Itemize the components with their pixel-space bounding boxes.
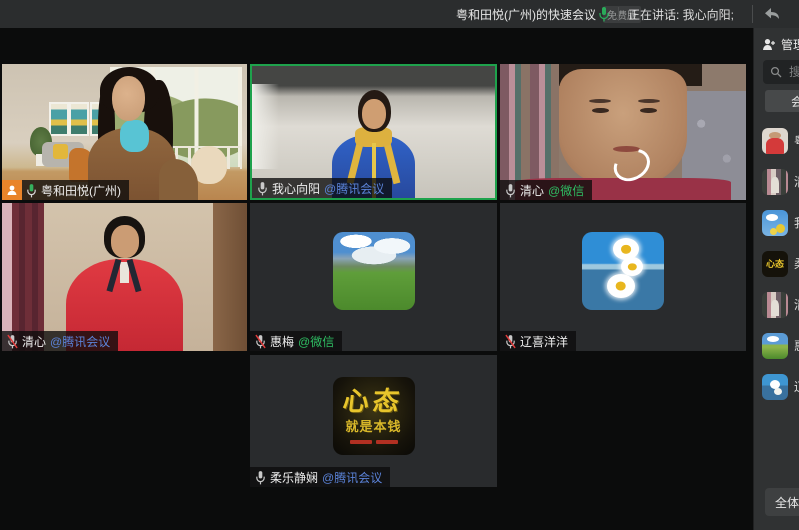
participant-nameplate: 清心@腾讯会议 bbox=[2, 331, 118, 351]
mic-muted-icon bbox=[255, 334, 266, 349]
scene-curtain bbox=[12, 203, 44, 351]
participant-name: 我心向阳 bbox=[272, 180, 320, 197]
member-name: 惠梅 bbox=[794, 337, 799, 354]
mic-on-icon bbox=[257, 181, 268, 196]
scene-person-scarf bbox=[120, 120, 149, 153]
avatar-meadow-image bbox=[333, 232, 415, 310]
speaking-status: 正在讲话: 我心向阳; bbox=[628, 0, 734, 28]
member-name: 柔乐静娴 bbox=[794, 255, 799, 272]
scene-door-frame bbox=[213, 203, 247, 351]
member-row[interactable]: 粤和田悦(广州) bbox=[754, 120, 799, 161]
participant-platform: @腾讯会议 bbox=[322, 469, 382, 486]
video-tile-5[interactable]: 惠梅@微信 bbox=[250, 203, 497, 351]
mic-on-icon bbox=[505, 183, 516, 198]
mute-all-button[interactable]: 全体静音 bbox=[765, 488, 799, 516]
participant-nameplate: 辽喜洋洋 bbox=[500, 331, 576, 351]
speaking-mic-icon bbox=[598, 6, 610, 22]
mic-on-icon bbox=[26, 183, 37, 198]
calligraphy-line2: 就是本钱 bbox=[345, 416, 401, 435]
participant-name: 清心 bbox=[520, 182, 544, 199]
participant-name: 粤和田悦(广州) bbox=[41, 182, 121, 199]
participant-name: 惠梅 bbox=[270, 333, 294, 350]
member-avatar bbox=[762, 333, 788, 359]
avatar-daisy-lake-image bbox=[582, 232, 664, 310]
participant-name: 柔乐静娴 bbox=[270, 469, 318, 486]
member-avatar bbox=[762, 210, 788, 236]
participant-platform: @微信 bbox=[298, 333, 334, 350]
video-tile-7[interactable]: 心态 就是本钱 柔乐静娴@腾讯会议 bbox=[250, 355, 497, 487]
participant-platform: @腾讯会议 bbox=[50, 333, 110, 350]
daisy-flower bbox=[621, 257, 643, 276]
topbar-divider bbox=[618, 7, 619, 21]
member-row[interactable]: 辽喜洋洋 bbox=[754, 366, 799, 407]
participant-nameplate: 惠梅@微信 bbox=[250, 331, 342, 351]
scene-painting bbox=[49, 102, 69, 136]
video-tile-1[interactable]: 粤和田悦(广州) bbox=[2, 64, 247, 200]
daisy-flower bbox=[607, 274, 635, 298]
participant-nameplate: 我心向阳@腾讯会议 bbox=[252, 178, 392, 198]
member-row[interactable]: 我心向阳 bbox=[754, 202, 799, 243]
member-list: 粤和田悦(广州) 清心 我心向阳 心态 柔乐静娴 清心 惠梅 bbox=[754, 120, 799, 407]
avatar-calligraphy-image: 心态 就是本钱 bbox=[333, 377, 415, 455]
search-input[interactable] bbox=[787, 64, 799, 80]
scene-pillow bbox=[53, 144, 68, 159]
collapse-panel-arrow-icon[interactable] bbox=[763, 6, 781, 21]
scene-eye bbox=[640, 108, 657, 113]
topbar-divider-2 bbox=[752, 5, 753, 23]
member-avatar bbox=[762, 374, 788, 400]
video-tile-6[interactable]: 辽喜洋洋 bbox=[500, 203, 746, 351]
host-badge-icon bbox=[2, 180, 22, 200]
scene-person-face bbox=[362, 99, 386, 129]
member-row[interactable]: 惠梅 bbox=[754, 325, 799, 366]
member-avatar bbox=[762, 128, 788, 154]
participant-platform: @腾讯会议 bbox=[324, 180, 384, 197]
panel-title: 管理成员 bbox=[781, 36, 799, 53]
topbar: 粤和田悦(广州)的快速会议 免费版 正在讲话: 我心向阳; bbox=[0, 0, 799, 28]
video-tile-4[interactable]: 清心@腾讯会议 bbox=[2, 203, 247, 351]
mic-muted-icon bbox=[505, 334, 516, 349]
scene-person-face bbox=[111, 225, 139, 258]
mic-muted-icon bbox=[7, 334, 18, 349]
member-row[interactable]: 心态 柔乐静娴 bbox=[754, 243, 799, 284]
scene-window-light bbox=[252, 84, 279, 168]
meeting-window: 粤和田悦(广州)的快速会议 免费版 正在讲话: 我心向阳; bbox=[0, 0, 799, 530]
member-avatar: 心态 bbox=[762, 251, 788, 277]
calligraphy-line1: 心态 bbox=[342, 388, 405, 414]
meeting-title: 粤和田悦(广州)的快速会议 bbox=[456, 6, 596, 23]
participant-nameplate: 柔乐静娴@腾讯会议 bbox=[250, 467, 390, 487]
video-frame-red-jacket bbox=[2, 203, 247, 351]
member-name: 清心 bbox=[794, 296, 799, 313]
mic-on-icon bbox=[255, 470, 266, 485]
member-search-box[interactable] bbox=[763, 60, 799, 84]
video-tile-3[interactable]: 清心@微信 bbox=[500, 64, 746, 200]
scene-person-face bbox=[112, 76, 145, 121]
scene-eye bbox=[592, 108, 609, 113]
scene-painting bbox=[69, 102, 89, 136]
tab-meeting-members[interactable]: 会议成员 bbox=[765, 90, 799, 112]
member-name: 我心向阳 bbox=[794, 214, 799, 231]
manage-members-icon bbox=[762, 38, 776, 51]
video-tile-2-active-speaker[interactable]: 我心向阳@腾讯会议 bbox=[250, 64, 497, 200]
participant-nameplate: 清心@微信 bbox=[500, 180, 592, 200]
member-name: 清心 bbox=[794, 173, 799, 190]
panel-header: 管理成员 bbox=[762, 36, 799, 53]
search-icon bbox=[770, 66, 782, 78]
participant-nameplate: 粤和田悦(广州) bbox=[2, 180, 129, 200]
member-row[interactable]: 清心 bbox=[754, 161, 799, 202]
calligraphy-red-caption bbox=[350, 440, 398, 444]
manage-members-panel: 管理成员 会议成员 粤和田悦(广州) 清心 我心向阳 心 bbox=[753, 28, 799, 530]
scene-curtain-edge bbox=[2, 203, 12, 351]
participant-name: 辽喜洋洋 bbox=[520, 333, 568, 350]
member-name: 粤和田悦(广州) bbox=[794, 132, 799, 149]
member-avatar bbox=[762, 169, 788, 195]
member-avatar bbox=[762, 292, 788, 318]
member-row[interactable]: 清心 bbox=[754, 284, 799, 325]
member-name: 辽喜洋洋 bbox=[794, 378, 799, 395]
participant-name: 清心 bbox=[22, 333, 46, 350]
title-group: 粤和田悦(广州)的快速会议 免费版 bbox=[456, 0, 641, 28]
participant-platform: @微信 bbox=[548, 182, 584, 199]
